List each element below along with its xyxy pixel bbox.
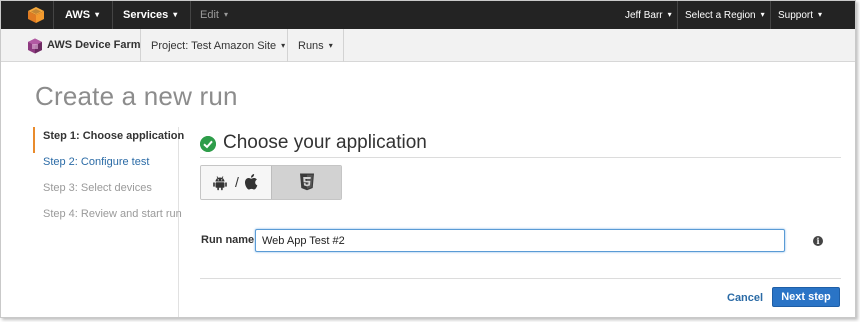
edit-menu-label: Edit <box>200 9 219 21</box>
section-title: Choose your application <box>223 132 427 153</box>
next-step-button[interactable]: Next step <box>772 287 840 307</box>
step-select-devices: Step 3: Select devices <box>43 182 152 194</box>
services-menu[interactable]: Services ▾ <box>123 1 177 29</box>
android-icon <box>213 176 227 191</box>
chevron-down-icon: ▾ <box>173 10 178 19</box>
nav-divider <box>770 1 771 29</box>
cancel-button[interactable]: Cancel <box>727 292 763 304</box>
runs-menu-label: Runs <box>298 40 324 52</box>
project-prefix: Project: <box>151 40 189 52</box>
device-farm-icon <box>28 38 42 54</box>
region-menu[interactable]: Select a Region ▾ <box>685 1 765 29</box>
native-app-option[interactable]: / <box>201 166 271 199</box>
chevron-down-icon: ▾ <box>328 41 333 50</box>
bar-divider <box>343 29 344 62</box>
web-app-option[interactable] <box>271 166 341 199</box>
toggle-separator: / <box>235 174 239 190</box>
support-menu-label: Support <box>778 10 814 21</box>
bar-divider <box>140 29 141 62</box>
chevron-down-icon: ▾ <box>281 41 286 50</box>
user-menu[interactable]: Jeff Barr ▾ <box>625 1 672 29</box>
nav-divider <box>677 1 678 29</box>
services-menu-label: Services <box>123 9 169 21</box>
chevron-down-icon: ▾ <box>95 10 100 19</box>
project-name: Test Amazon Site <box>191 40 277 52</box>
step-choose-application[interactable]: Step 1: Choose application <box>33 127 184 153</box>
chevron-down-icon: ▾ <box>223 10 228 19</box>
nav-divider <box>112 1 113 29</box>
app-type-toggle: / <box>200 165 342 200</box>
footer-divider <box>200 278 841 279</box>
console-window: AWS ▾ Services ▾ Edit ▾ Jeff Barr ▾ Select a… <box>0 0 856 318</box>
check-circle-icon <box>200 136 216 152</box>
aws-menu-label: AWS <box>65 9 91 21</box>
runs-menu[interactable]: Runs ▾ <box>298 29 333 62</box>
step-review-start-run: Step 4: Review and start run <box>43 208 182 220</box>
service-nav-bar: AWS Device Farm Project: Test Amazon Sit… <box>1 29 855 62</box>
region-menu-label: Select a Region <box>685 10 756 21</box>
nav-divider <box>53 1 54 29</box>
aws-menu[interactable]: AWS ▾ <box>65 1 99 29</box>
project-selector[interactable]: Project: Test Amazon Site ▾ <box>151 29 285 62</box>
bar-divider <box>287 29 288 62</box>
run-name-label: Run name <box>201 234 255 246</box>
chevron-down-icon: ▾ <box>667 10 672 19</box>
step-configure-test[interactable]: Step 2: Configure test <box>33 153 178 179</box>
aws-top-nav: AWS ▾ Services ▾ Edit ▾ Jeff Barr ▾ Select a… <box>1 1 855 29</box>
aws-cube-logo-icon[interactable] <box>27 6 45 24</box>
edit-menu[interactable]: Edit ▾ <box>200 1 228 29</box>
chevron-down-icon: ▾ <box>760 10 765 19</box>
html5-icon <box>300 173 314 191</box>
nav-divider <box>190 1 191 29</box>
run-name-input[interactable] <box>255 229 785 252</box>
wizard-steps: Step 1: Choose application Step 2: Confi… <box>33 127 184 317</box>
section-divider <box>200 157 841 158</box>
page-title: Create a new run <box>35 81 238 111</box>
user-menu-label: Jeff Barr <box>625 10 663 21</box>
service-name-link[interactable]: AWS Device Farm <box>47 29 141 62</box>
apple-icon <box>244 174 258 190</box>
info-icon[interactable]: i <box>813 236 823 246</box>
support-menu[interactable]: Support ▾ <box>778 1 822 29</box>
chevron-down-icon: ▾ <box>818 10 823 19</box>
